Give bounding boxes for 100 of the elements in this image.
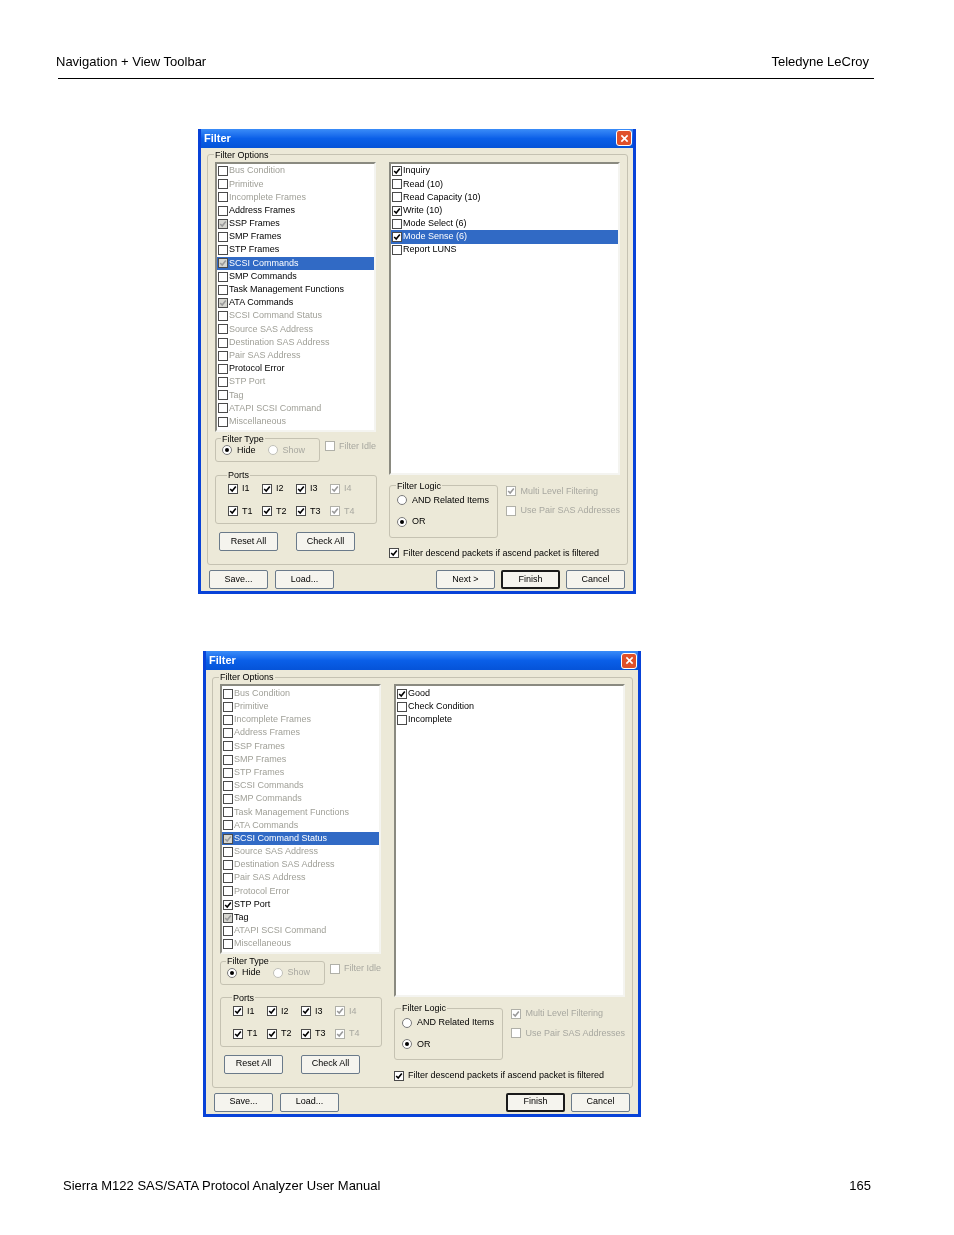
radio-label: Hide [237,444,256,457]
radio-button[interactable] [397,516,407,527]
dialog-button[interactable]: Save... [209,570,268,589]
dialog-button[interactable]: Reset All [224,1054,283,1074]
close-icon [624,656,634,665]
list-item[interactable]: Write (10) [391,204,618,218]
checkbox[interactable] [392,218,402,229]
checkbox[interactable] [223,899,233,910]
checkbox[interactable] [228,483,238,494]
checkbox[interactable] [233,1006,243,1017]
list-item[interactable]: Good [396,687,623,701]
checkbox[interactable] [296,483,306,494]
radio-button[interactable] [402,1017,412,1028]
checkbox[interactable] [223,833,233,844]
radio-label: Show [287,966,311,979]
checkbox[interactable] [218,232,228,243]
list-item[interactable]: Inquiry [391,164,618,178]
checkbox[interactable] [392,166,402,177]
checkbox[interactable] [392,232,402,243]
dialog-button[interactable]: Check All [301,1054,360,1074]
window-title: Filter [209,653,236,669]
checkbox-label: Filter descend packets if ascend packet is filtered [408,1069,605,1082]
dialog-button[interactable]: Finish [506,1092,565,1112]
page-header-company: Teledyne LeCroy [771,53,869,71]
list-item[interactable]: SMP Commands [217,270,374,284]
radio-button[interactable] [222,445,232,456]
checkbox[interactable] [267,1006,277,1017]
dialog-button[interactable]: Next > [436,570,495,589]
list-item[interactable]: Mode Select (6) [391,217,618,231]
radio-label: OR [417,1037,431,1051]
radio-button[interactable] [227,967,237,978]
dialog-button[interactable]: Cancel [571,1092,630,1112]
checkbox[interactable] [218,284,228,295]
list-item[interactable]: SSP Frames [217,217,374,231]
checkbox[interactable] [218,245,228,256]
close-icon [619,133,629,143]
checkbox[interactable] [218,363,228,374]
checkbox-label: I3 [315,1004,323,1018]
list-item[interactable]: Address Frames [217,204,374,218]
radio-button[interactable] [402,1039,412,1050]
checkbox[interactable] [267,1028,277,1039]
checkbox[interactable] [218,297,228,308]
checkbox[interactable] [233,1028,243,1039]
checkbox[interactable] [397,714,407,725]
radio-button[interactable] [397,495,407,506]
checkbox[interactable] [296,506,306,517]
group-label: Filter Options [214,149,270,160]
checkbox[interactable] [392,179,402,190]
close-button[interactable] [621,652,637,669]
checkbox-label: Filter Idle [339,439,376,453]
group-label: Ports [227,470,250,480]
radio-label: Show [282,443,306,457]
checkbox[interactable] [389,548,399,559]
checkbox[interactable] [397,688,407,699]
checkbox-label: I2 [276,482,284,495]
list-item[interactable]: Tag [222,911,379,925]
dialog-button[interactable]: Check All [296,532,355,551]
list-item[interactable]: STP Port [222,898,379,912]
dialog-button[interactable]: Load... [275,570,334,589]
list-item[interactable]: Report LUNS [391,243,618,257]
checkbox[interactable] [397,701,407,712]
list-item[interactable]: SCSI Commands [217,256,374,270]
list-item[interactable]: ATA Commands [217,296,374,310]
checkbox[interactable] [301,1028,311,1039]
group-label: Filter Logic [396,480,442,491]
list-item[interactable]: SMP Frames [217,230,374,244]
radio-label: OR [412,515,426,528]
checkbox-label: I1 [247,1004,255,1018]
list-item[interactable]: Incomplete [396,713,623,727]
dialog-button[interactable]: Reset All [219,532,278,551]
dialog-button[interactable]: Save... [214,1092,273,1112]
checkbox[interactable] [262,483,272,494]
dialog-button[interactable]: Finish [501,570,560,589]
checkbox[interactable] [223,912,233,923]
list-item[interactable]: Task Management Functions [217,283,374,297]
dialog-button[interactable]: Cancel [566,570,625,589]
list-item[interactable]: Read (10) [391,177,618,191]
checkbox[interactable] [228,506,238,517]
checkbox[interactable] [262,506,272,517]
list-item[interactable]: Read Capacity (10) [391,190,618,205]
checkbox[interactable] [301,1006,311,1017]
close-button[interactable] [616,130,632,146]
radio-label: Hide [242,966,261,979]
list-item[interactable]: Protocol Error [217,362,374,376]
checkbox[interactable] [392,205,402,216]
checkbox[interactable] [218,271,228,282]
checkbox[interactable] [394,1070,404,1081]
checkbox[interactable] [218,258,228,269]
dialog-button[interactable]: Load... [280,1092,339,1112]
checkbox-label: T3 [315,1027,326,1040]
checkbox[interactable] [218,205,228,216]
window-title: Filter [204,130,231,146]
list-item[interactable]: STP Frames [217,243,374,257]
checkbox[interactable] [218,218,228,229]
list-item[interactable]: Check Condition [396,700,623,714]
page-header-title: Navigation + View Toolbar [56,53,207,71]
checkbox[interactable] [392,192,402,203]
list-item[interactable]: SCSI Command Status [222,832,379,846]
list-item[interactable]: Mode Sense (6) [391,230,618,244]
checkbox[interactable] [392,245,402,256]
